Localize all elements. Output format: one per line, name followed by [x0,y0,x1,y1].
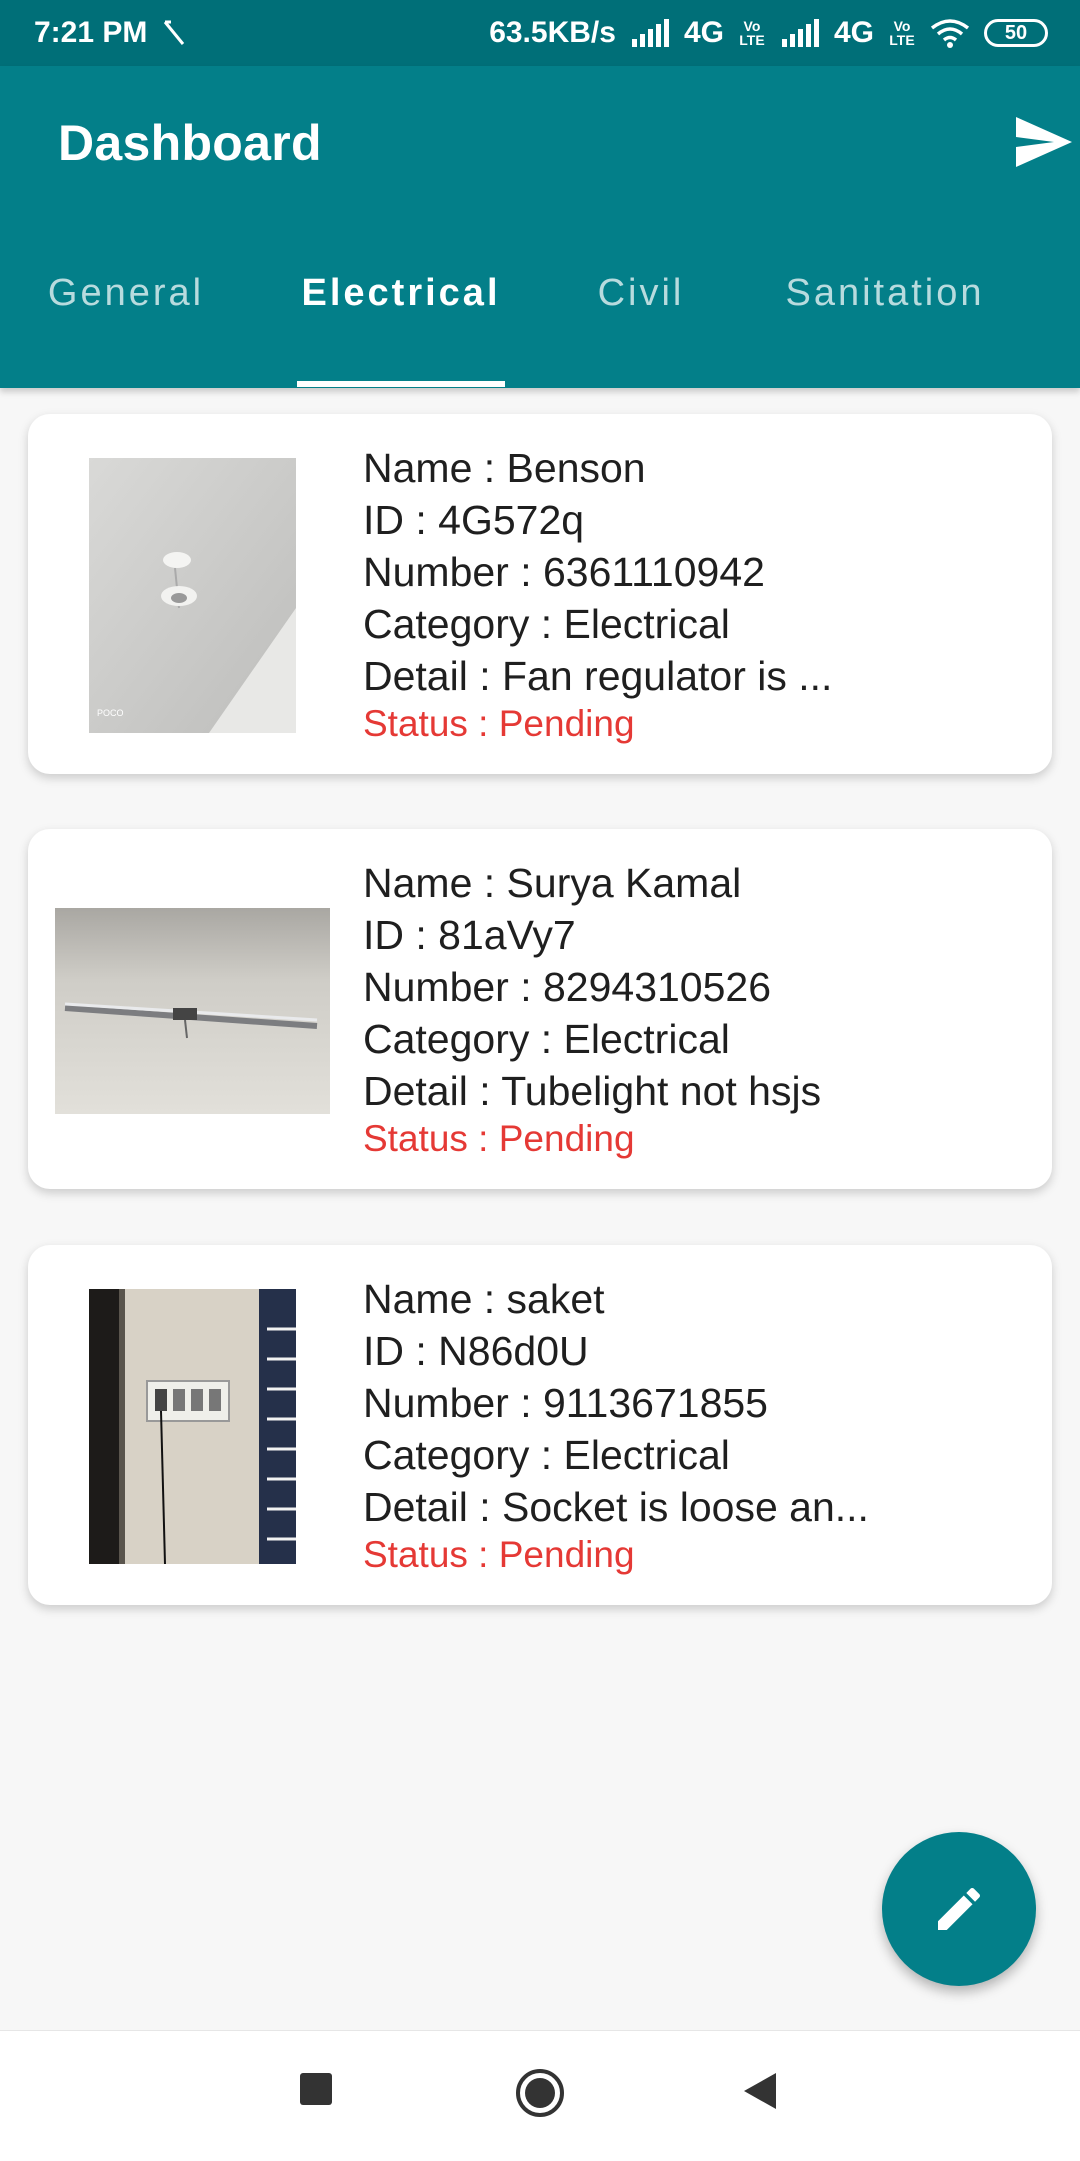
volte-2: Vo LTE [889,18,915,48]
network-speed: 63.5KB/s [489,16,616,49]
tab-indicator [297,381,505,387]
complaint-category: Category : Electrical [363,1016,730,1062]
app-bar: Dashboard General Electrical Civil Sanit… [0,66,1080,388]
complaint-info: Name : Benson ID : 4G572q Number : 63611… [363,442,1032,746]
tab-sanitation[interactable]: Sanitation [750,246,1020,388]
photo-watermark: POCO [97,708,124,718]
clock: 7:21 PM [34,16,148,49]
battery-icon: 50 [984,19,1048,47]
edit-icon [938,1887,981,1930]
ceiling-fan-photo: POCO [89,458,296,733]
complaint-info: Name : saket ID : N86d0U Number : 911367… [363,1273,1032,1577]
circle-icon [516,2069,564,2117]
complaint-id: ID : 4G572q [363,497,585,543]
status-left: 7:21 PM [34,16,187,50]
triangle-icon [744,2073,776,2109]
complaint-number: Number : 9113671855 [363,1380,768,1426]
complaint-category: Category : Electrical [363,601,730,647]
wifi-icon [930,19,970,48]
complaint-photo [89,1289,296,1564]
square-icon [300,2073,332,2105]
page-title: Dashboard [58,115,322,171]
volte-1: Vo LTE [739,18,765,48]
complaint-name: Name : Surya Kamal [363,860,742,906]
complaint-name: Name : saket [363,1276,605,1322]
home-button[interactable] [514,2067,566,2124]
send-button[interactable] [1012,110,1076,174]
edit-fab[interactable] [882,1832,1036,1986]
send-icon [1016,117,1072,167]
complaint-status: Status : Pending [363,1534,635,1575]
back-button[interactable] [742,2071,778,2116]
complaint-status: Status : Pending [363,1118,635,1159]
complaint-photo [55,908,330,1114]
complaint-number: Number : 6361110942 [363,549,765,595]
status-right: 63.5KB/s 4G Vo LTE 4G Vo LTE 50 [489,16,1048,50]
complaint-card[interactable]: Name : Surya Kamal ID : 81aVy7 Number : … [28,829,1052,1189]
system-nav-bar [0,2030,1080,2161]
complaint-info: Name : Surya Kamal ID : 81aVy7 Number : … [363,857,1032,1161]
complaint-name: Name : Benson [363,445,646,491]
complaint-id: ID : 81aVy7 [363,912,576,958]
tubelight-photo [55,908,330,1114]
tab-electrical[interactable]: Electrical [281,246,521,388]
notification-icon [164,20,185,45]
battery-level: 50 [1004,21,1028,44]
tab-civil[interactable]: Civil [560,246,722,388]
complaint-number: Number : 8294310526 [363,964,772,1010]
complaint-detail: Detail : Fan regulator is ... [363,653,833,699]
recents-button[interactable] [298,2071,334,2112]
complaint-card[interactable]: Name : saket ID : N86d0U Number : 911367… [28,1245,1052,1605]
network-type-1: 4G [683,16,724,49]
complaint-detail: Detail : Tubelight not hsjs [363,1068,822,1114]
signal-icon [631,19,669,47]
tab-general[interactable]: General [0,246,252,388]
tab-bar: General Electrical Civil Sanitation [0,246,1080,388]
complaint-detail: Detail : Socket is loose an... [363,1484,869,1530]
complaint-category: Category : Electrical [363,1432,730,1478]
complaint-id: ID : N86d0U [363,1328,589,1374]
signal-icon-2 [781,19,819,47]
socket-photo [89,1289,296,1564]
complaint-status: Status : Pending [363,703,635,744]
network-type-2: 4G [833,16,874,49]
complaint-card[interactable]: POCO Name : Benson ID : 4G572q Number : … [28,414,1052,774]
status-bar: 7:21 PM 63.5KB/s 4G Vo LTE 4G Vo LTE 50 [0,0,1080,66]
complaint-photo: POCO [89,458,296,733]
